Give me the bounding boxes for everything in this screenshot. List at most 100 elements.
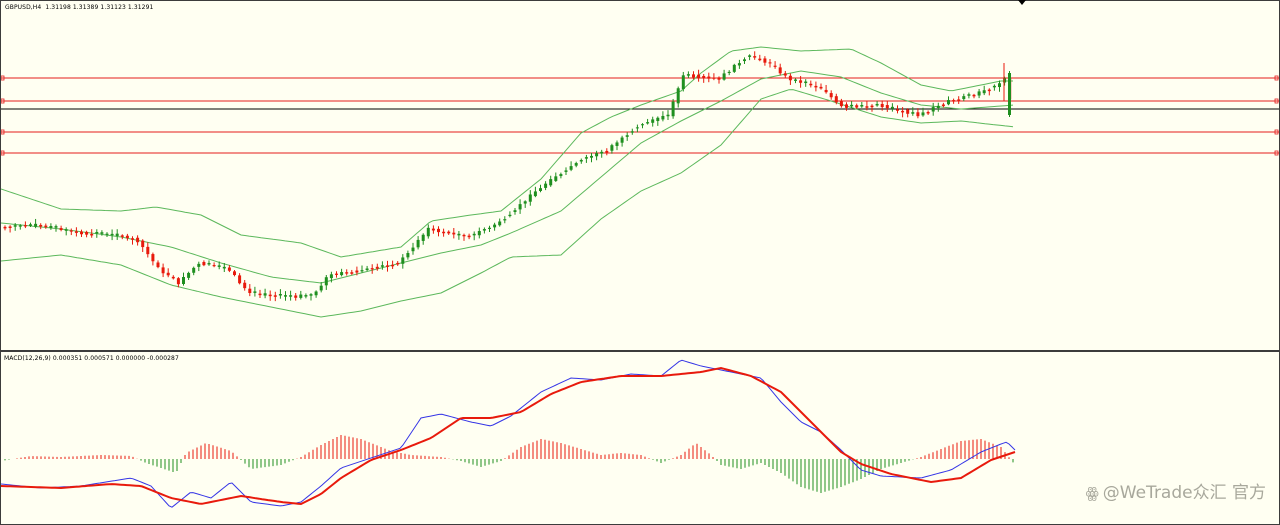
candle-body (722, 73, 726, 80)
candle-body (74, 231, 78, 233)
bollinger-lower (1, 89, 1014, 318)
candle-body (819, 86, 823, 89)
candle-body (80, 231, 83, 235)
weibo-icon: ꙮ (1085, 484, 1099, 502)
candle-body (447, 231, 451, 234)
signal-line (1, 366, 1016, 506)
candle-body (217, 265, 221, 267)
candle-body (207, 262, 211, 265)
candle-body (29, 224, 32, 226)
candle-body (406, 253, 410, 258)
candle-body (646, 122, 650, 124)
candle-body (319, 285, 323, 291)
candle-body (967, 94, 971, 96)
candle-body (457, 233, 461, 236)
candle-body (426, 227, 430, 237)
candle-body (753, 56, 757, 58)
ohlc-values: 1.31198 1.31389 1.31123 1.31291 (45, 4, 154, 11)
candle-body (661, 115, 665, 120)
candle-body (64, 229, 68, 231)
candle-body (783, 73, 787, 76)
candle-body (258, 293, 262, 296)
candle-body (8, 226, 12, 228)
candle-body (115, 233, 119, 236)
candle-body (324, 277, 328, 286)
candle-body (957, 99, 961, 101)
candle-body (824, 89, 828, 93)
candle-body (804, 81, 808, 84)
macd-label: MACD(12,26,9) 0.000351 0.000571 0.000000… (4, 355, 179, 362)
candle-body (355, 270, 359, 273)
candle-body (273, 295, 277, 297)
candle-body (59, 228, 63, 230)
price-chart-canvas (1, 46, 1279, 318)
candle-body (590, 155, 593, 158)
candle-body (477, 231, 481, 236)
candle-body (901, 110, 905, 113)
candle-body (120, 235, 124, 237)
bollinger-middle (1, 70, 1014, 284)
candle-body (3, 226, 7, 229)
candle-body (131, 238, 134, 240)
candle-body (386, 265, 389, 267)
candle-body (931, 107, 935, 112)
candle-body (799, 80, 803, 83)
candle-body (421, 234, 425, 241)
candle-body (635, 127, 639, 129)
candle-body (161, 267, 165, 274)
candle-body (549, 179, 553, 186)
candle-body (666, 114, 670, 117)
candle-body (360, 270, 364, 272)
chart-shift-marker-icon[interactable] (1018, 0, 1026, 5)
candle-body (141, 240, 145, 248)
candle-body (482, 229, 486, 231)
candle-body (962, 96, 966, 100)
candle-body (758, 58, 762, 61)
candle-body (906, 109, 910, 114)
candle-body (44, 225, 48, 228)
candle-body (23, 225, 27, 227)
candle-body (814, 85, 818, 88)
candle-body (605, 150, 609, 153)
candle-body (182, 277, 185, 284)
candle-body (620, 137, 624, 143)
candle-body (656, 117, 660, 122)
candle-body (238, 275, 242, 284)
price-chart-pane[interactable]: GBPUSD,H4 1.31198 1.31389 1.31123 1.3129… (0, 0, 1280, 351)
candle-body (569, 166, 573, 170)
candle-body (987, 89, 991, 92)
candle-body (523, 201, 527, 204)
candle-body (176, 278, 180, 285)
candle-body (625, 135, 629, 137)
candle-body (401, 257, 405, 264)
candle-body (513, 210, 517, 212)
candle-body (737, 63, 741, 66)
candle-body (528, 194, 532, 202)
candle-body (916, 112, 920, 117)
candle-body (845, 104, 848, 108)
candle-body (788, 75, 792, 81)
candle-body (125, 235, 129, 239)
candle-body (768, 62, 772, 64)
candle-body (977, 91, 981, 96)
candle-body (442, 231, 446, 234)
candle-body (855, 105, 859, 108)
candle-body (574, 163, 578, 166)
candle-body (222, 266, 226, 269)
symbol-ohlc-label: GBPUSD,H4 1.31198 1.31389 1.31123 1.3129… (5, 4, 153, 11)
candle-body (839, 100, 843, 107)
candle-body (982, 90, 986, 94)
candle-body (671, 101, 675, 117)
candle-body (248, 288, 252, 294)
candle-body (911, 112, 915, 114)
candle-body (380, 265, 384, 267)
candle-body (18, 225, 22, 227)
candle-body (166, 272, 170, 276)
candle-body (778, 67, 782, 74)
candle-body (437, 228, 440, 233)
candle-body (743, 59, 746, 62)
candle-body (212, 265, 216, 267)
candle-body (717, 77, 721, 80)
candle-body (233, 271, 236, 276)
candle-body (493, 224, 497, 228)
